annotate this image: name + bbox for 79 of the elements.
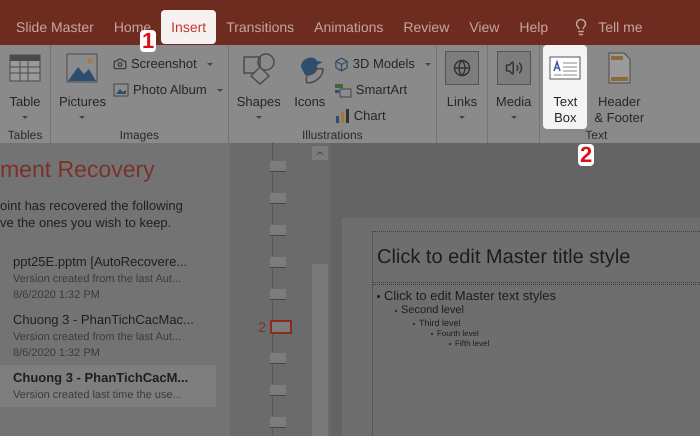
file-title: ppt25E.pptm [AutoRecovere... — [13, 253, 188, 271]
step-number: 1 — [140, 30, 156, 52]
caret-icon — [256, 116, 262, 119]
ribbon-button[interactable]: Text Box — [543, 45, 588, 129]
file-description: Version created last time the use... — [13, 388, 183, 403]
bullet-text: Fourth level — [437, 329, 479, 340]
caret-icon — [424, 62, 431, 66]
ribbon-button[interactable]: Chart — [334, 105, 431, 127]
file-date: 8/6/2020 1:32 PM — [13, 288, 101, 303]
tell-me-field[interactable]: Tell me — [598, 16, 643, 38]
ribbon-tab[interactable]: Insert — [161, 10, 216, 44]
bullet-text: Fifth level — [455, 339, 490, 350]
ribbon-tab[interactable]: Review — [393, 10, 460, 44]
recovery-file[interactable]: Chuong 3 - PhanTichCacM... Version created last time the use... — [0, 365, 216, 407]
body-placeholder[interactable]: Click to edit Master text styles Second level Third level Fourth level Fifth level — [372, 284, 700, 436]
recovery-file[interactable]: ppt25E.pptm [AutoRecovere... Version created from the last Aut... 8/6/2020 1:32 PM — [0, 249, 216, 307]
slide-thumbnail[interactable] — [270, 257, 286, 268]
ribbon-button[interactable]: Header & Footer — [589, 45, 650, 129]
bullet-text: Click to edit Master text styles — [384, 288, 556, 304]
pane-title: ment Recovery — [0, 155, 156, 183]
ribbon-tab[interactable]: Animations — [304, 10, 394, 44]
ribbon-button[interactable]: Links — [440, 45, 484, 129]
caret-icon — [510, 116, 517, 119]
slide-thumbnail[interactable] — [270, 320, 292, 334]
group-label: Tables — [8, 129, 42, 141]
file-description: Version created from the last Aut... — [13, 272, 182, 287]
slide-thumbnail[interactable] — [270, 161, 286, 172]
slide-thumbnail[interactable] — [270, 353, 286, 364]
photo-album-icon — [112, 82, 129, 98]
ribbon-button[interactable]: Pictures — [54, 45, 111, 129]
file-title: Chuong 3 - PhanTichCacM... — [13, 369, 190, 387]
slide-thumbnail[interactable] — [270, 385, 286, 396]
recovery-message: oint has recovered the following — [0, 197, 184, 214]
speaker-icon — [496, 51, 531, 85]
ribbon-button[interactable]: Media — [490, 45, 536, 129]
file-date: 8/6/2020 1:32 PM — [13, 346, 101, 361]
recovery-file[interactable]: Chuong 3 - PhanTichCacMac... Version created from the last Aut... 8/6/2020 1:32 PM — [0, 307, 216, 365]
links-icon — [444, 51, 479, 85]
slide-thumbnail[interactable] — [270, 193, 286, 204]
cube-icon — [334, 56, 349, 72]
file-description: Version created from the last Aut... — [13, 330, 182, 345]
ribbon-tab[interactable]: Slide Master — [6, 10, 104, 44]
group-label: Images — [120, 129, 160, 141]
slide-number: 2 — [258, 320, 266, 334]
ribbon-button[interactable]: Table — [3, 45, 47, 129]
caret-icon — [206, 62, 213, 66]
ribbon-button[interactable]: Shapes — [232, 45, 286, 129]
chart-icon — [334, 108, 350, 124]
file-title: Chuong 3 - PhanTichCacMac... — [13, 311, 195, 329]
recovery-message: ve the ones you wish to keep. — [0, 214, 172, 231]
ribbon-tab[interactable]: Transitions — [216, 10, 304, 44]
step-number: 2 — [578, 144, 594, 166]
ribbon-button[interactable]: Icons — [288, 45, 332, 129]
scroll-up-button[interactable] — [312, 146, 328, 160]
ribbon-button[interactable]: 3D Models — [334, 53, 431, 75]
title-placeholder[interactable]: Click to edit Master title style — [372, 231, 700, 283]
shapes-icon — [242, 51, 276, 85]
caret-icon — [458, 116, 465, 119]
smartart-icon — [334, 82, 352, 98]
group-label: Text — [585, 129, 608, 141]
bullet-text: Second level — [401, 304, 464, 318]
group-label: Illustrations — [302, 129, 363, 141]
caret-icon — [216, 88, 223, 92]
caret-icon — [79, 116, 86, 119]
picture-icon — [65, 51, 100, 85]
bullet-text: Third level — [419, 318, 461, 330]
scrollbar[interactable] — [310, 143, 330, 436]
ribbon-button[interactable]: SmartArt — [334, 79, 431, 101]
caret-icon — [22, 116, 28, 119]
ribbon-tab[interactable]: Help — [509, 10, 558, 44]
slide-thumbnail[interactable] — [270, 289, 286, 300]
ribbon-button[interactable]: Photo Album — [112, 79, 223, 101]
camera-icon — [112, 57, 127, 71]
slide-title: Click to edit Master title style — [377, 245, 630, 270]
bullet-icon — [377, 294, 380, 298]
slide-thumbnail[interactable] — [270, 417, 286, 428]
ribbon-tab[interactable]: View — [459, 10, 510, 44]
ribbon-button[interactable]: Screenshot — [112, 53, 223, 75]
slide-thumbnail[interactable] — [270, 225, 286, 236]
